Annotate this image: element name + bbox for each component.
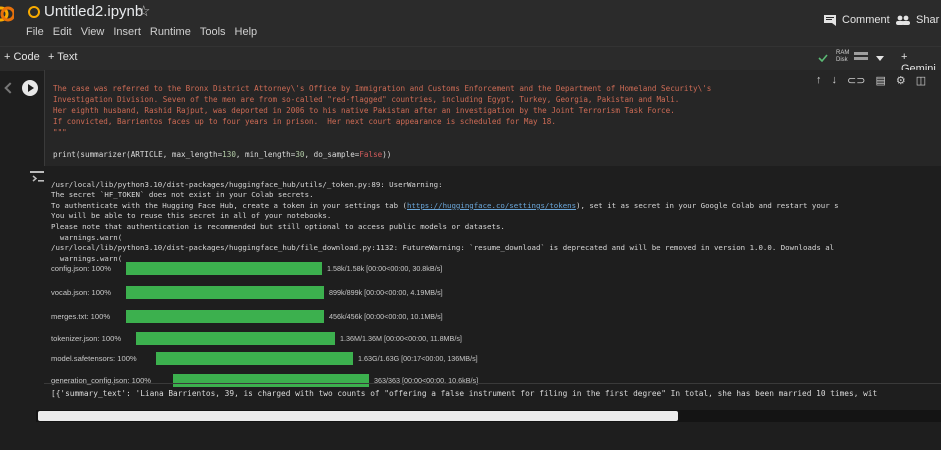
code-cell[interactable]: The case was referred to the Bronx Distr… [44,70,941,166]
progress-bar [126,286,324,299]
progress-fill [126,262,322,275]
output-line: /usr/local/lib/python3.10/dist-packages/… [51,179,443,189]
notebook-title[interactable]: Untitled2.ipynb [44,3,143,20]
do-sample-value: False [359,150,383,159]
download-stats: 1.36M/1.36M [00:00<00:00, 11.8MB/s] [340,334,462,343]
download-stats: 899k/899k [00:00<00:00, 4.19MB/s] [329,288,443,297]
comment-icon [824,14,836,26]
menu-tools[interactable]: Tools [200,26,226,38]
output-line: The secret `HF_TOKEN` does not exist in … [51,190,314,200]
code-line: If convicted, Barrientos faces up to fou… [53,117,556,126]
output-line: To authenticate with the Hugging Face Hu… [51,200,407,210]
drive-file-icon [28,6,40,18]
add-text-button[interactable]: + Text [48,51,77,63]
code-line: """ [53,128,67,137]
progress-fill [126,286,324,299]
share-label: Shar [916,14,940,26]
cell-collapse-icon[interactable] [4,82,16,94]
print-call: print(summarizer(ARTICLE, max_length= [53,150,223,159]
menu-help[interactable]: Help [235,26,258,38]
download-name: model.safetensors: 100% [51,354,137,363]
progress-bar [136,332,335,345]
resource-monitor[interactable]: RAM Disk [836,50,849,64]
download-name: merges.txt: 100% [51,312,111,321]
move-down-icon[interactable]: ↓ [832,74,838,87]
output-options-icon[interactable] [30,171,44,183]
disk-label: Disk [836,57,848,63]
chevron-down-icon[interactable] [876,56,884,61]
app-header: Untitled2.ipynb ☆ File Edit View Insert … [0,0,941,46]
max-length-value: 130 [222,150,236,159]
download-name: tokenizer.json: 100% [51,334,122,343]
code-editor[interactable]: The case was referred to the Bronx Distr… [53,72,711,171]
output-line: warnings.warn( [51,232,123,242]
notebook-toolbar: + Code + Text RAM Disk + Gemini [0,46,941,75]
star-icon[interactable]: ☆ [137,2,150,20]
progress-fill [126,310,324,323]
output-line: Please note that authentication is recom… [51,221,505,231]
menu-insert[interactable]: Insert [113,26,141,38]
gear-icon[interactable]: ⚙ [896,74,906,87]
people-icon [896,15,910,25]
download-stats: 1.58k/1.58k [00:00<00:00, 30.8kB/s] [327,264,443,273]
output-line: You will be able to reuse this secret in… [51,211,332,221]
run-cell-button[interactable] [22,80,38,96]
download-name: config.json: 100% [51,264,111,273]
do-sample-kw: , do_sample= [304,150,360,159]
cell-toolbar: ↑ ↓ ⊂⊃ ▤ ⚙ ◫ ⋮ [816,74,941,87]
progress-fill [136,332,335,345]
add-code-button[interactable]: + Code [4,51,40,63]
link-icon[interactable]: ⊂⊃ [847,74,865,87]
output-line: /usr/local/lib/python3.10/dist-packages/… [51,243,835,253]
code-line: Her eighth husband, Rashid Rajput, was d… [53,106,675,115]
move-up-icon[interactable]: ↑ [816,74,822,87]
cell-output: /usr/local/lib/python3.10/dist-packages/… [51,169,839,264]
menu-file[interactable]: File [26,26,44,38]
download-stats: 456k/456k [00:00<00:00, 10.1MB/s] [329,312,443,321]
min-length-kw: , min_length= [235,150,296,159]
code-line: Investigation Division. Seven of the men… [53,95,680,104]
scrollbar-thumb[interactable] [38,411,678,421]
comment-button[interactable]: Comment [824,14,890,26]
progress-fill [156,352,353,365]
output-line: warnings.warn( [51,253,123,263]
more-icon[interactable]: ⋮ [936,74,941,87]
progress-bar [126,262,322,275]
resource-bars [854,52,868,64]
mirror-cell-icon[interactable]: ◫ [916,74,926,87]
menu-edit[interactable]: Edit [53,26,72,38]
ram-label: RAM [836,50,850,56]
colab-logo[interactable] [0,4,14,24]
progress-bar [156,352,353,365]
progress-bar [126,310,324,323]
share-button[interactable]: Shar [896,14,939,26]
menu-view[interactable]: View [81,26,105,38]
comment-label: Comment [842,14,890,26]
code-line: The case was referred to the Bronx Distr… [53,84,712,93]
download-stats: 1.63G/1.63G [00:17<00:00, 136MB/s] [358,354,478,363]
settings-tokens-link[interactable]: https://huggingface.co/settings/tokens [407,201,576,210]
summary-output: [{'summary_text': 'Liana Barrientos, 39,… [51,389,878,398]
menu-runtime[interactable]: Runtime [150,26,191,38]
output-line: ), set it as secret in your Google Colab… [576,200,839,210]
download-name: vocab.json: 100% [51,288,111,297]
comment-cell-icon[interactable]: ▤ [875,74,885,87]
connected-check-icon [818,54,828,62]
menu-bar: File Edit View Insert Runtime Tools Help [26,26,257,38]
horizontal-scrollbar[interactable] [36,410,941,422]
close-paren: )) [382,150,392,159]
